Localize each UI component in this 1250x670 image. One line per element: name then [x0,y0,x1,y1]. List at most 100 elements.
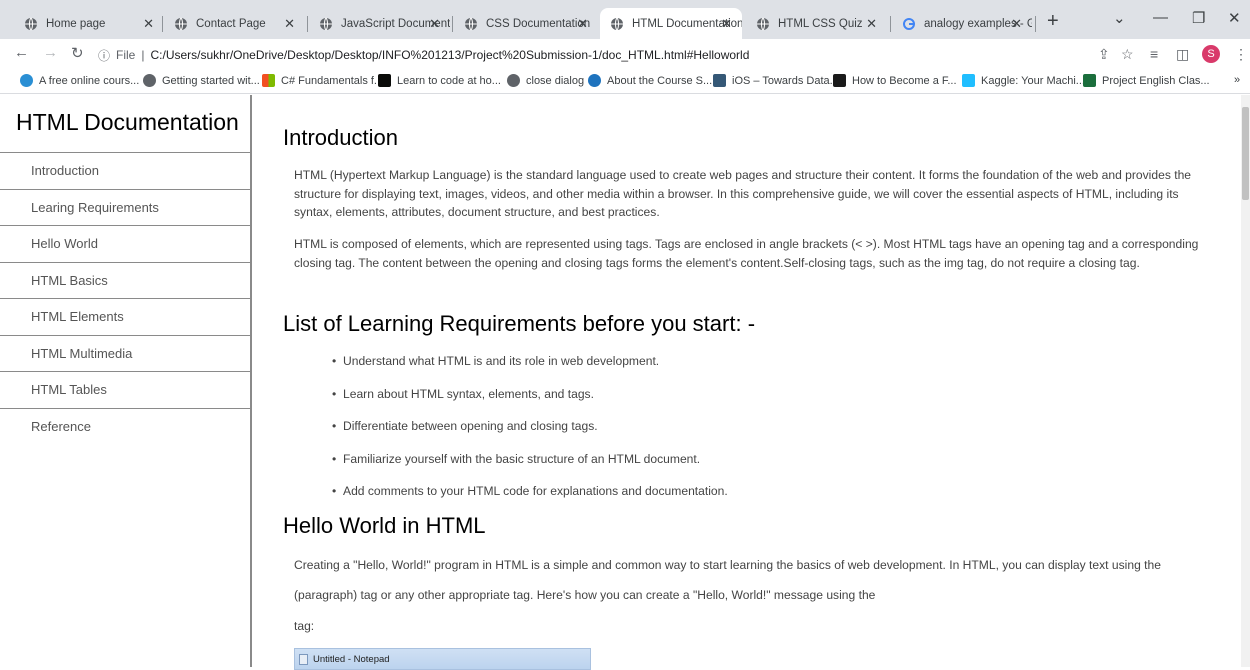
tab-separator [452,16,453,32]
intro-paragraph-1: HTML (Hypertext Markup Language) is the … [294,168,1192,219]
list-item: Differentiate between opening and closin… [332,419,1212,452]
close-tab-icon[interactable]: ✕ [429,16,440,32]
bookmarks-overflow-button[interactable]: » [1234,74,1240,86]
bookmark-item[interactable]: How to Become a F... [833,74,957,87]
bookmark-item[interactable]: About the Course S... [588,74,712,87]
list-item: Add comments to your HTML code for expla… [332,484,1212,517]
page-scrollbar[interactable] [1241,95,1250,667]
sidebar-title: HTML Documentation [0,95,250,153]
window-close-icon[interactable]: ✕ [1228,9,1241,27]
close-tab-icon[interactable]: ✕ [284,16,295,32]
globe-icon [465,17,477,30]
tab-contact-page[interactable]: Contact Page ✕ [164,8,305,39]
bookmark-label: close dialog [526,74,585,87]
sidebar-item-html-elements[interactable]: HTML Elements [0,299,250,336]
side-panel-icon[interactable]: ◫ [1176,46,1189,63]
tab-html-documentation[interactable]: HTML Documentation ✕ [600,8,742,39]
tab-analogy-examples[interactable]: analogy examples - G ✕ [892,8,1032,39]
notepad-icon [299,653,308,665]
list-item: Familiarize yourself with the basic stru… [332,452,1212,485]
bookmark-item[interactable]: Learn to code at ho... [378,74,501,87]
globe-icon [611,17,623,30]
browser-toolbar: ← → ↻ ⓘ File | C:/Users/sukhr/OneDrive/D… [0,39,1250,70]
tab-css-documentation[interactable]: CSS Documentation ✕ [454,8,598,39]
globe-icon [25,17,37,30]
bookmark-item[interactable]: Project English Clas... [1083,74,1210,87]
globe-icon [143,74,156,87]
list-item: Understand what HTML is and its role in … [332,354,1212,387]
bookmarks-bar: A free online cours... Getting started w… [0,70,1250,94]
close-tab-icon[interactable]: ✕ [577,16,588,32]
reload-icon[interactable]: ↻ [71,44,84,62]
globe-icon [507,74,520,87]
restore-icon[interactable]: ❐ [1192,9,1205,27]
bookmark-label: iOS – Towards Data... [732,74,839,87]
bookmark-item[interactable]: C# Fundamentals f... [262,74,383,87]
intro-heading: Introduction [283,125,398,150]
address-bar[interactable]: ⓘ File | C:/Users/sukhr/OneDrive/Desktop… [98,43,1088,67]
tab-separator [307,16,308,32]
sidebar-item-html-multimedia[interactable]: HTML Multimedia [0,336,250,372]
bookmark-label: About the Course S... [607,74,713,87]
page-viewport: HTML Documentation Introduction Learing … [0,95,1250,670]
tab-separator [890,16,891,32]
tab-separator [162,16,163,32]
close-tab-icon[interactable]: ✕ [143,16,154,32]
close-tab-icon[interactable]: ✕ [721,16,732,32]
sidebar: HTML Documentation Introduction Learing … [0,95,252,667]
address-divider: | [141,48,145,62]
bookmark-item[interactable]: A free online cours... [20,74,139,87]
menu-kebab-icon[interactable]: ⋮ [1234,46,1248,63]
code-academy-icon [378,74,391,87]
shield-icon [588,74,601,87]
bookmark-label: A free online cours... [39,74,140,87]
minimize-icon[interactable]: — [1153,9,1168,26]
profile-avatar[interactable]: S [1202,45,1220,63]
tab-javascript-documentation[interactable]: JavaScript Documenta ✕ [309,8,450,39]
bookmark-star-icon[interactable]: ☆ [1121,46,1134,63]
bookmark-item[interactable]: Getting started wit... [143,74,260,87]
intro-paragraph-2: HTML is composed of elements, which are … [294,237,1199,270]
forward-arrow-icon[interactable]: → [43,44,58,61]
tab-home-page[interactable]: Home page ✕ [14,8,164,39]
tab-search-icon[interactable]: ⌄ [1113,9,1126,27]
hello-paragraph-3: tag: [294,619,315,633]
bookmark-label: How to Become a F... [852,74,957,87]
sharepoint-icon [1083,74,1096,87]
reading-list-icon[interactable]: ≡ [1150,46,1158,62]
bookmark-item[interactable]: Kaggle: Your Machi... [962,74,1085,87]
sidebar-item-learning-requirements[interactable]: Learing Requirements [0,190,250,226]
tab-html-css-quiz[interactable]: HTML CSS Quiz ✕ [746,8,887,39]
new-tab-button[interactable]: + [1047,11,1059,31]
bookmark-favicon-icon [20,74,33,87]
bookmark-label: Getting started wit... [162,74,260,87]
bookmark-label: Kaggle: Your Machi... [981,74,1085,87]
bookmark-label: Project English Clas... [1102,74,1210,87]
bookmark-item[interactable]: iOS – Towards Data... [713,74,839,87]
globe-icon [757,17,769,30]
sidebar-item-hello-world[interactable]: Hello World [0,226,250,263]
close-tab-icon[interactable]: ✕ [1011,16,1022,32]
sidebar-item-reference[interactable]: Reference [0,409,250,446]
bookmark-item[interactable]: close dialog [507,74,584,87]
back-arrow-icon[interactable]: ← [14,44,29,61]
address-url: C:/Users/sukhr/OneDrive/Desktop/Desktop/… [150,48,750,62]
share-icon[interactable]: ⇪ [1098,46,1110,63]
sidebar-item-introduction[interactable]: Introduction [0,153,250,190]
sidebar-item-html-tables[interactable]: HTML Tables [0,372,250,409]
bookmark-label: Learn to code at ho... [397,74,501,87]
dollar-icon [833,74,846,87]
sidebar-item-html-basics[interactable]: HTML Basics [0,263,250,299]
notepad-title: Untitled - Notepad [313,653,390,665]
list-item: Learn about HTML syntax, elements, and t… [332,387,1212,420]
tab-strip: Home page ✕ Contact Page ✕ JavaScript Do… [0,0,1250,39]
requirements-heading: List of Learning Requirements before you… [283,311,756,336]
scrollbar-thumb[interactable] [1242,107,1249,200]
kaggle-icon [962,74,975,87]
bookmark-label: C# Fundamentals f... [281,74,384,87]
close-tab-icon[interactable]: ✕ [866,16,877,32]
site-info-icon[interactable]: ⓘ [98,47,110,64]
hello-paragraph-1: Creating a "Hello, World!" program in HT… [294,558,1161,572]
globe-icon [175,17,187,30]
tab-separator [1035,16,1036,32]
